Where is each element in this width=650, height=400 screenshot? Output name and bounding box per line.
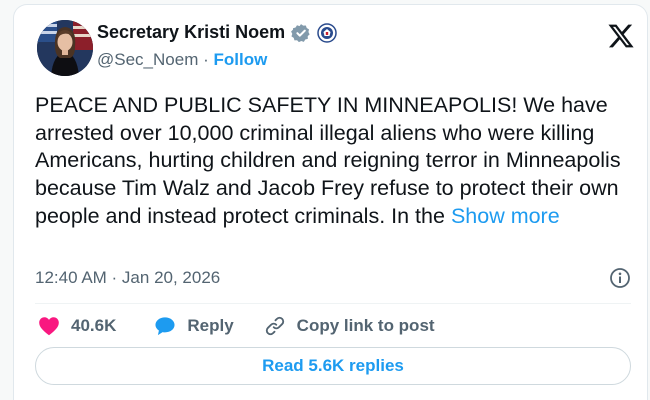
avatar[interactable] [37, 20, 93, 76]
info-icon[interactable] [609, 267, 631, 289]
copy-link-label: Copy link to post [296, 316, 435, 335]
reply-label: Reply [187, 316, 234, 335]
divider [35, 303, 631, 304]
tweet-card: Secretary Kristi Noem @Sec_Noem · Follow… [13, 4, 648, 400]
read-replies-label: Read 5.6K replies [262, 356, 404, 375]
reply-button[interactable]: Reply [154, 316, 234, 336]
author-handle[interactable]: @Sec_Noem [97, 50, 198, 69]
heart-icon [38, 316, 60, 336]
verified-badge-icon [291, 23, 311, 43]
author-name-row: Secretary Kristi Noem [97, 22, 337, 43]
read-replies-button[interactable]: Read 5.6K replies [35, 347, 631, 385]
follow-button[interactable]: Follow [214, 50, 268, 69]
show-more-link[interactable]: Show more [451, 204, 560, 228]
tweet-body: PEACE AND PUBLIC SAFETY IN MINNEAPOLIS! … [35, 92, 639, 231]
avatar-image [37, 20, 93, 76]
like-button[interactable]: 40.6K [38, 316, 116, 336]
author-handle-row: @Sec_Noem · Follow [97, 50, 267, 70]
handle-separator: · [203, 50, 209, 69]
tweet-timestamp[interactable]: 12:40 AM · Jan 20, 2026 [35, 268, 220, 288]
author-display-name[interactable]: Secretary Kristi Noem [97, 22, 285, 43]
like-count: 40.6K [71, 316, 117, 335]
copy-link-button[interactable]: Copy link to post [264, 315, 435, 337]
dhs-seal-icon [317, 22, 337, 43]
reply-bubble-icon [154, 316, 176, 336]
action-bar: 40.6K Reply Copy link to post [38, 315, 435, 337]
x-logo-icon[interactable] [607, 22, 635, 50]
link-icon [264, 315, 286, 337]
